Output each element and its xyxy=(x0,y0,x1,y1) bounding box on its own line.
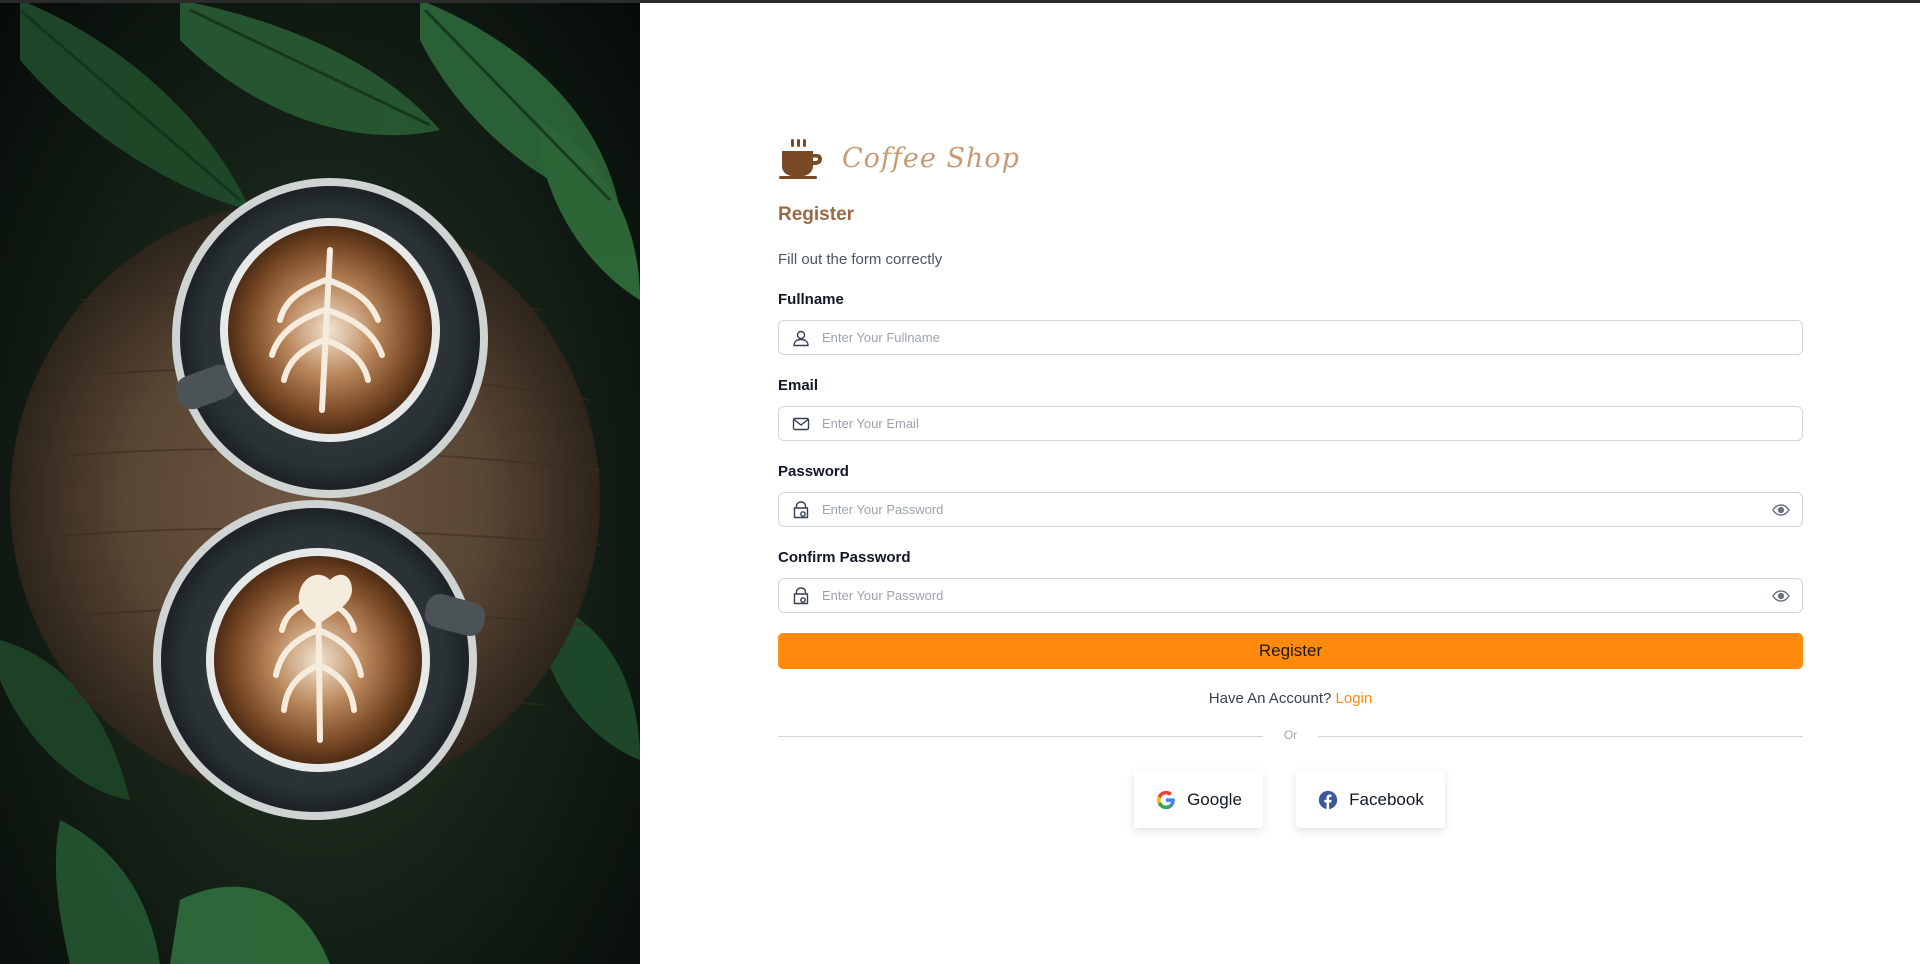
password-label: Password xyxy=(778,463,849,480)
coffee-cup-icon xyxy=(779,139,822,179)
register-form: Coffee Shop Register Fill out the form c… xyxy=(778,0,1803,964)
email-input[interactable] xyxy=(822,407,1802,440)
or-divider: Or xyxy=(778,728,1803,742)
user-icon xyxy=(790,327,812,349)
google-label: Google xyxy=(1187,789,1242,809)
mail-icon xyxy=(790,413,812,435)
lock-icon xyxy=(790,585,812,607)
fullname-label: Fullname xyxy=(778,291,844,308)
register-button[interactable]: Register xyxy=(778,633,1803,669)
eye-icon[interactable] xyxy=(1770,585,1792,607)
page-title: Register xyxy=(778,204,855,225)
brand-name: Coffee Shop xyxy=(842,142,1020,174)
password-field[interactable] xyxy=(778,492,1803,527)
fullname-input[interactable] xyxy=(822,321,1802,354)
account-prompt-text: Have An Account? xyxy=(1208,690,1332,707)
brand-logo: Coffee Shop xyxy=(778,136,1020,180)
email-field[interactable] xyxy=(778,406,1803,441)
login-prompt: Have An Account? Login xyxy=(778,690,1803,707)
eye-icon[interactable] xyxy=(1770,499,1792,521)
divider-line-right xyxy=(1318,736,1803,737)
google-login-button[interactable]: Google xyxy=(1134,771,1263,828)
hero-image xyxy=(0,0,640,964)
confirm-password-field[interactable] xyxy=(778,578,1803,613)
page-subtitle: Fill out the form correctly xyxy=(778,251,943,268)
password-input[interactable] xyxy=(822,493,1770,526)
lock-icon xyxy=(790,499,812,521)
login-link[interactable]: Login xyxy=(1336,690,1373,707)
divider-or-text: Or xyxy=(1283,728,1298,742)
window-top-border xyxy=(0,0,1920,3)
email-label: Email xyxy=(778,377,819,394)
facebook-login-button[interactable]: Facebook xyxy=(1296,771,1445,828)
confirm-password-label: Confirm Password xyxy=(778,549,911,566)
facebook-icon xyxy=(1318,790,1338,809)
fullname-field[interactable] xyxy=(778,320,1803,355)
facebook-label: Facebook xyxy=(1349,789,1424,809)
google-icon xyxy=(1156,790,1175,809)
confirm-password-input[interactable] xyxy=(822,579,1770,612)
